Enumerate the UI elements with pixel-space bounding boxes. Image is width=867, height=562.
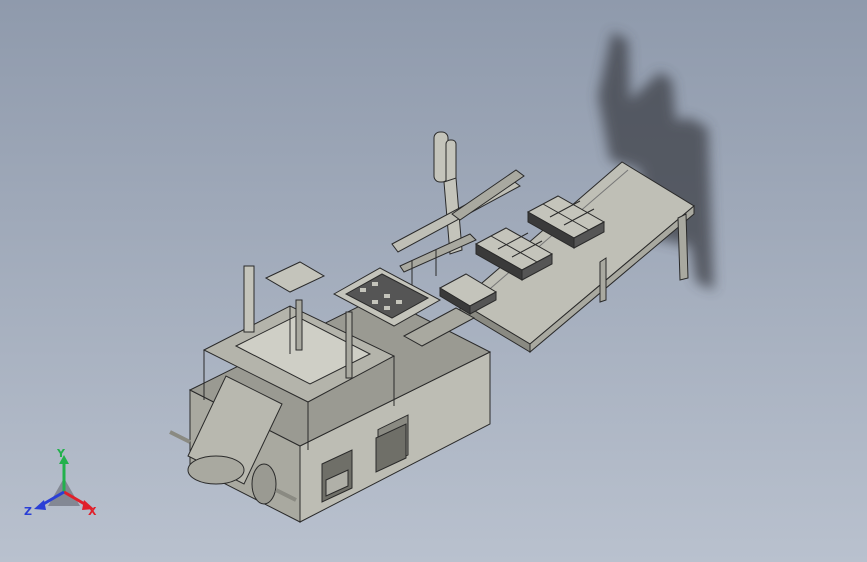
view-orientation-triad[interactable]: Y X Z	[22, 448, 104, 522]
z-axis-label: Z	[24, 505, 32, 518]
3d-viewport[interactable]: Y X Z	[0, 0, 867, 562]
packaging-machine-model[interactable]	[0, 0, 867, 562]
x-axis-label: X	[88, 505, 97, 518]
y-axis-label: Y	[57, 447, 65, 460]
